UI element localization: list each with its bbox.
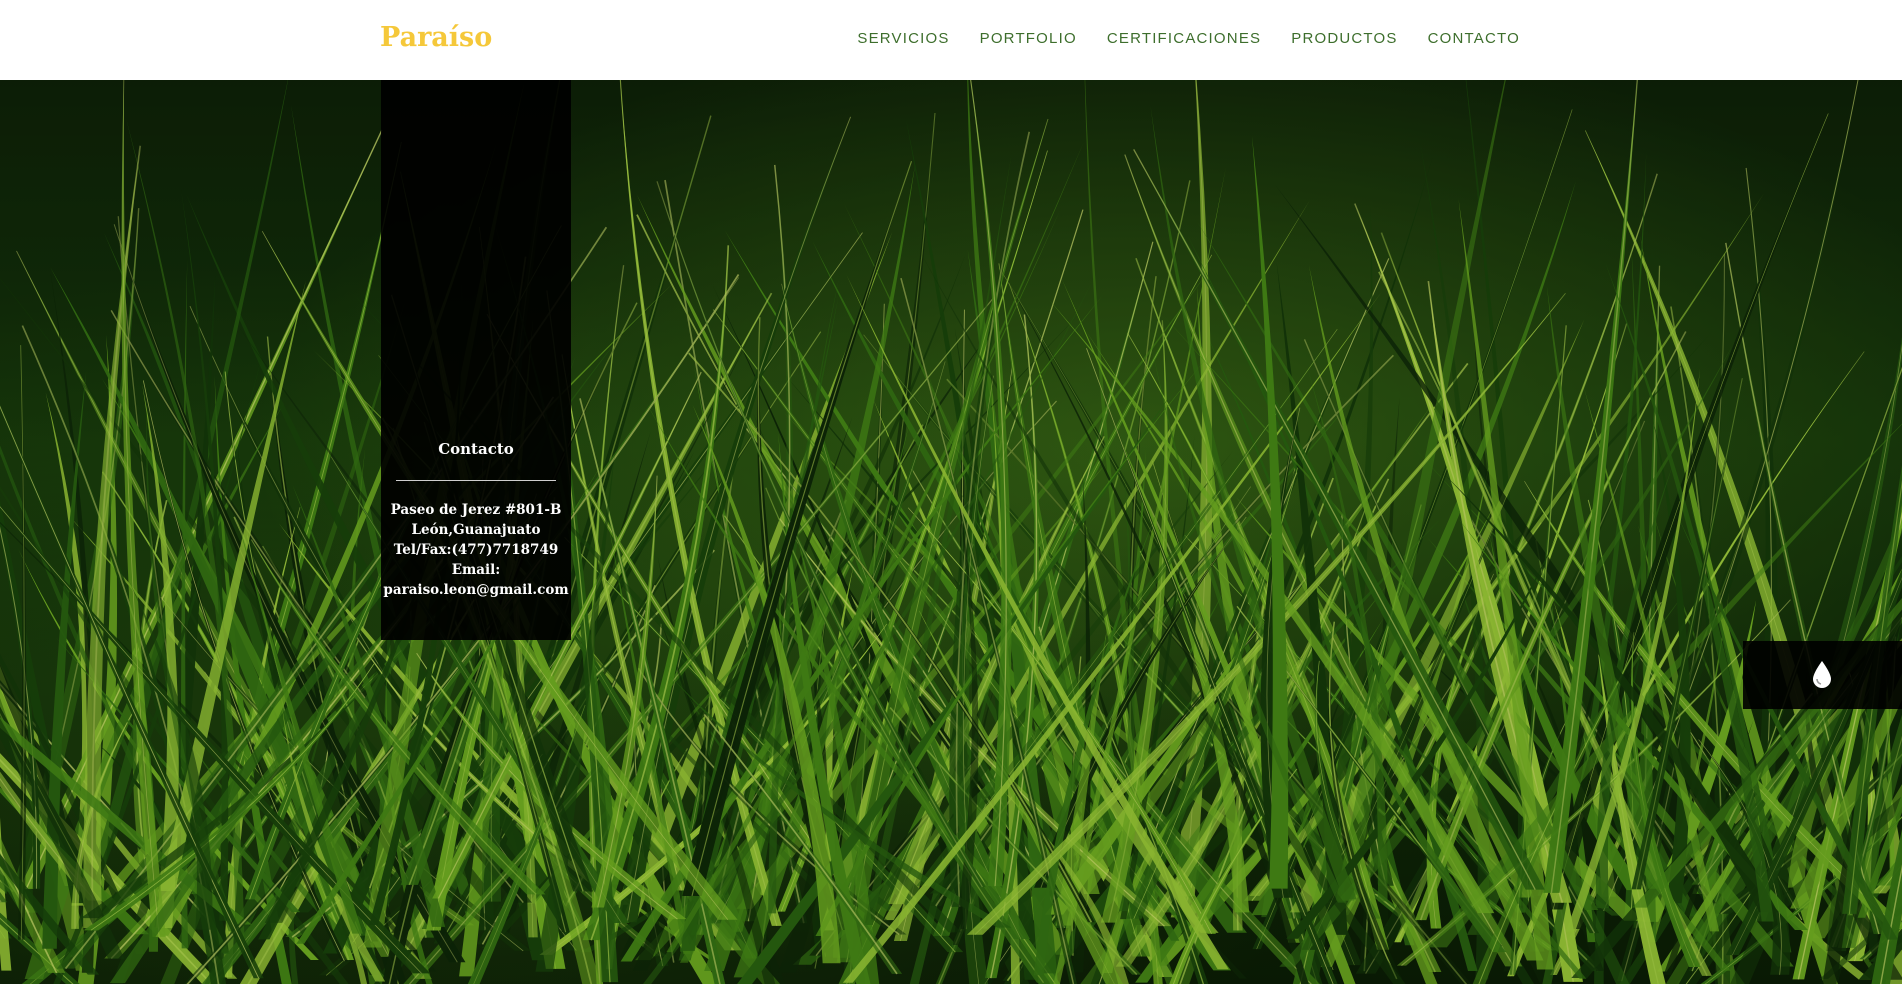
water-drop-icon	[1813, 661, 1831, 688]
floating-drop-button[interactable]	[1743, 641, 1902, 709]
contact-city: León,Guanajuato	[411, 522, 541, 538]
contact-address: Paseo de Jerez #801-B	[390, 502, 562, 518]
contact-panel: Contacto Paseo de Jerez #801-B León,Guan…	[381, 80, 571, 640]
nav-link-contacto[interactable]: CONTACTO	[1428, 30, 1520, 47]
nav-link-certificaciones[interactable]: CERTIFICACIONES	[1107, 30, 1261, 47]
nav-link-servicios[interactable]: SERVICIOS	[857, 30, 949, 47]
contact-email-label: Email:	[451, 562, 501, 578]
hero-grass-background	[0, 80, 1902, 984]
grass-illustration	[0, 80, 1902, 984]
nav-link-portfolio[interactable]: PORTFOLIO	[980, 30, 1077, 47]
nav-link-productos[interactable]: PRODUCTOS	[1291, 30, 1397, 47]
contact-title: Contacto	[438, 440, 514, 458]
contact-phone: Tel/Fax:(477)7718749	[393, 542, 559, 558]
navbar: Paraíso SERVICIOS PORTFOLIO CERTIFICACIO…	[0, 0, 1902, 80]
contact-divider	[396, 480, 556, 481]
nav-menu: SERVICIOS PORTFOLIO CERTIFICACIONES PROD…	[857, 30, 1520, 47]
brand-logo[interactable]: Paraíso	[380, 22, 492, 53]
contact-details: Paseo de Jerez #801-B León,Guanajuato Te…	[381, 500, 571, 600]
contact-email[interactable]: paraiso.leon@gmail.com	[381, 580, 571, 600]
